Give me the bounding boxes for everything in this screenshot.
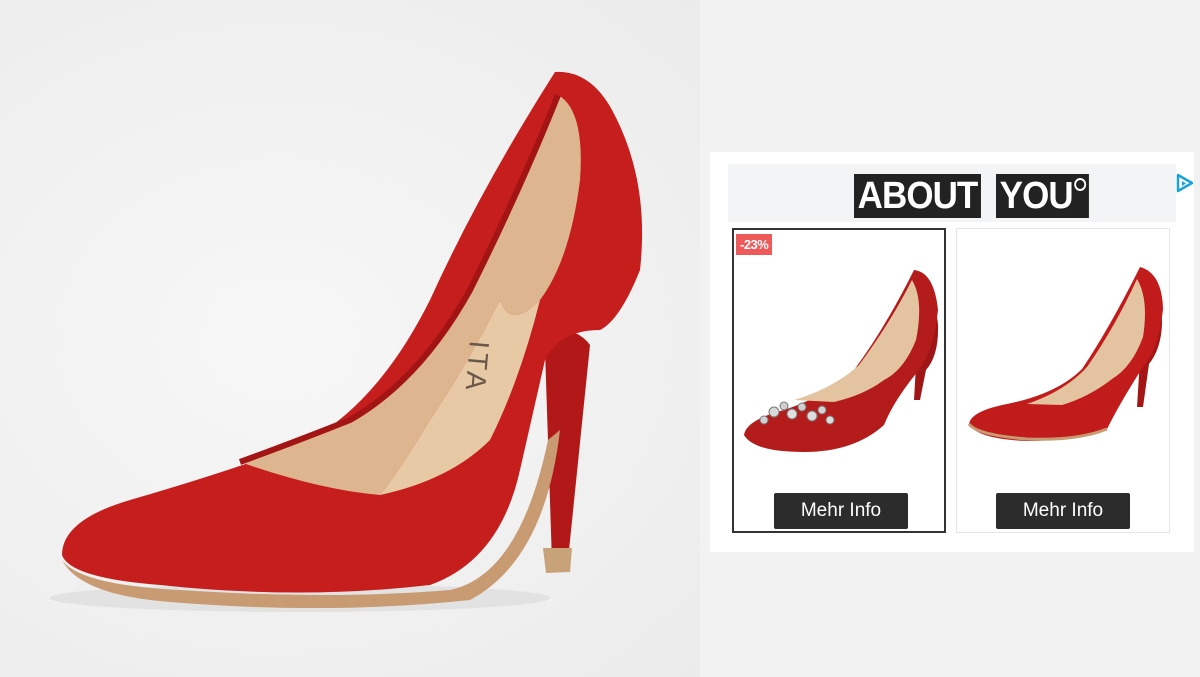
adchoices-icon[interactable] [1174,172,1196,194]
heel-tip [543,548,572,573]
product-card-1[interactable]: -23% Mehr Info [732,228,946,533]
mehr-info-button-2[interactable]: Mehr Info [996,493,1130,529]
red-pump-illustration: ITA [50,71,643,612]
logo-text-you-label: YOU [999,175,1074,217]
ad-header: ABOUT YOU [728,164,1194,222]
brand-imprint: ITA [459,339,495,395]
about-you-ad[interactable]: ABOUT YOU -23% Mehr Info Mehr Info [710,152,1194,552]
red-suede-pump-image [967,267,1163,441]
discount-badge: -23% [736,234,773,255]
product-card-2[interactable]: Mehr Info [956,228,1170,533]
logo-text-about: ABOUT [854,174,982,218]
red-velvet-pump-with-brooch-image [744,270,939,452]
hero-product-image: ITA [0,0,700,677]
registered-mark-icon [1074,178,1087,191]
mehr-info-button-1[interactable]: Mehr Info [774,493,908,529]
about-you-logo[interactable]: ABOUT YOU [854,174,1097,218]
logo-text-you: YOU [996,174,1090,218]
